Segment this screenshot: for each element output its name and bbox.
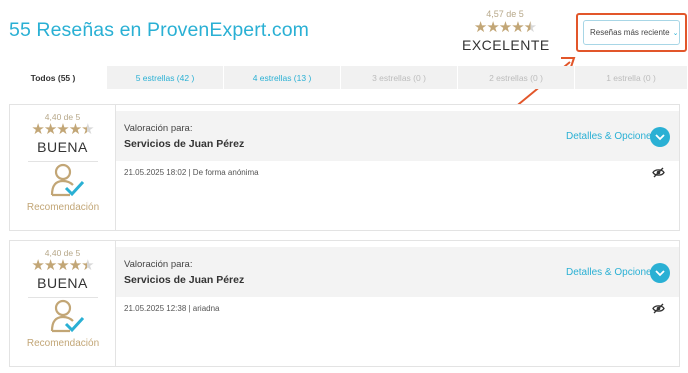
overall-verdict: EXCELENTE [462, 37, 550, 53]
recommendation-label: Recomendación [26, 202, 100, 213]
sort-dropdown[interactable]: Reseñas más reciente ⌄ [583, 20, 680, 45]
tab-5-stars[interactable]: 5 estrellas (42 ) [107, 66, 224, 89]
hidden-eye-icon[interactable] [652, 303, 665, 314]
overall-rating-summary: 4,57 de 5 ★★★★★ EXCELENTE [462, 9, 550, 53]
page-header: 55 Reseñas en ProvenExpert.com 4,57 de 5… [0, 0, 688, 64]
overall-stars: ★★★★★ [473, 19, 537, 36]
details-options-link[interactable]: Detalles & Opciones [566, 267, 657, 278]
review-stars: ★★★★★ [31, 121, 94, 138]
hidden-eye-icon[interactable] [652, 167, 665, 178]
company-name: Servicios de Juan Pérez [124, 274, 245, 286]
review-rating-panel: 4,40 de 5 ★★★★★ BUENA Recomendación [10, 241, 116, 366]
review-rating-panel: 4,40 de 5 ★★★★★ BUENA Recomendación [10, 105, 116, 230]
review-verdict: BUENA [37, 139, 88, 155]
review-meta: 21.05.2025 12:38 | ariadna [124, 304, 220, 313]
review-card: 4,40 de 5 ★★★★★ BUENA Recomendación Valo… [9, 240, 680, 367]
review-content: Valoración para: Servicios de Juan Pérez… [116, 241, 679, 366]
divider [27, 297, 98, 298]
company-name: Servicios de Juan Pérez [124, 138, 245, 150]
star-filter-tabs: Todos (55 ) 5 estrellas (42 ) 4 estrella… [0, 66, 688, 89]
recommendation-user-check-icon [50, 163, 84, 197]
tab-2-stars: 2 estrellas (0 ) [458, 66, 575, 89]
recommendation-label: Recomendación [26, 338, 100, 349]
valuation-for-label: Valoración para: [124, 123, 193, 134]
tab-3-stars: 3 estrellas (0 ) [341, 66, 458, 89]
valuation-for-label: Valoración para: [124, 259, 193, 270]
tab-1-star: 1 estrella (0 ) [575, 66, 687, 89]
chevron-down-icon [655, 133, 665, 140]
tab-all[interactable]: Todos (55 ) [0, 66, 107, 89]
recommendation-user-check-icon [50, 299, 84, 333]
chevron-down-icon: ⌄ [672, 29, 679, 37]
review-header-band: Valoración para: Servicios de Juan Pérez… [116, 247, 679, 297]
page-title: 55 Reseñas en ProvenExpert.com [9, 19, 309, 41]
review-stars: ★★★★★ [31, 257, 94, 274]
review-content: Valoración para: Servicios de Juan Pérez… [116, 105, 679, 230]
review-meta: 21.05.2025 18:02 | De forma anónima [124, 168, 259, 177]
details-options-link[interactable]: Detalles & Opciones [566, 131, 657, 142]
review-header-band: Valoración para: Servicios de Juan Pérez… [116, 111, 679, 161]
sort-dropdown-label: Reseñas más reciente [590, 28, 670, 37]
divider [27, 161, 98, 162]
review-card: 4,40 de 5 ★★★★★ BUENA Recomendación Valo… [9, 104, 680, 231]
details-toggle-button[interactable] [650, 127, 670, 147]
chevron-down-icon [655, 269, 665, 276]
tab-4-stars[interactable]: 4 estrellas (13 ) [224, 66, 341, 89]
review-verdict: BUENA [37, 275, 88, 291]
details-toggle-button[interactable] [650, 263, 670, 283]
